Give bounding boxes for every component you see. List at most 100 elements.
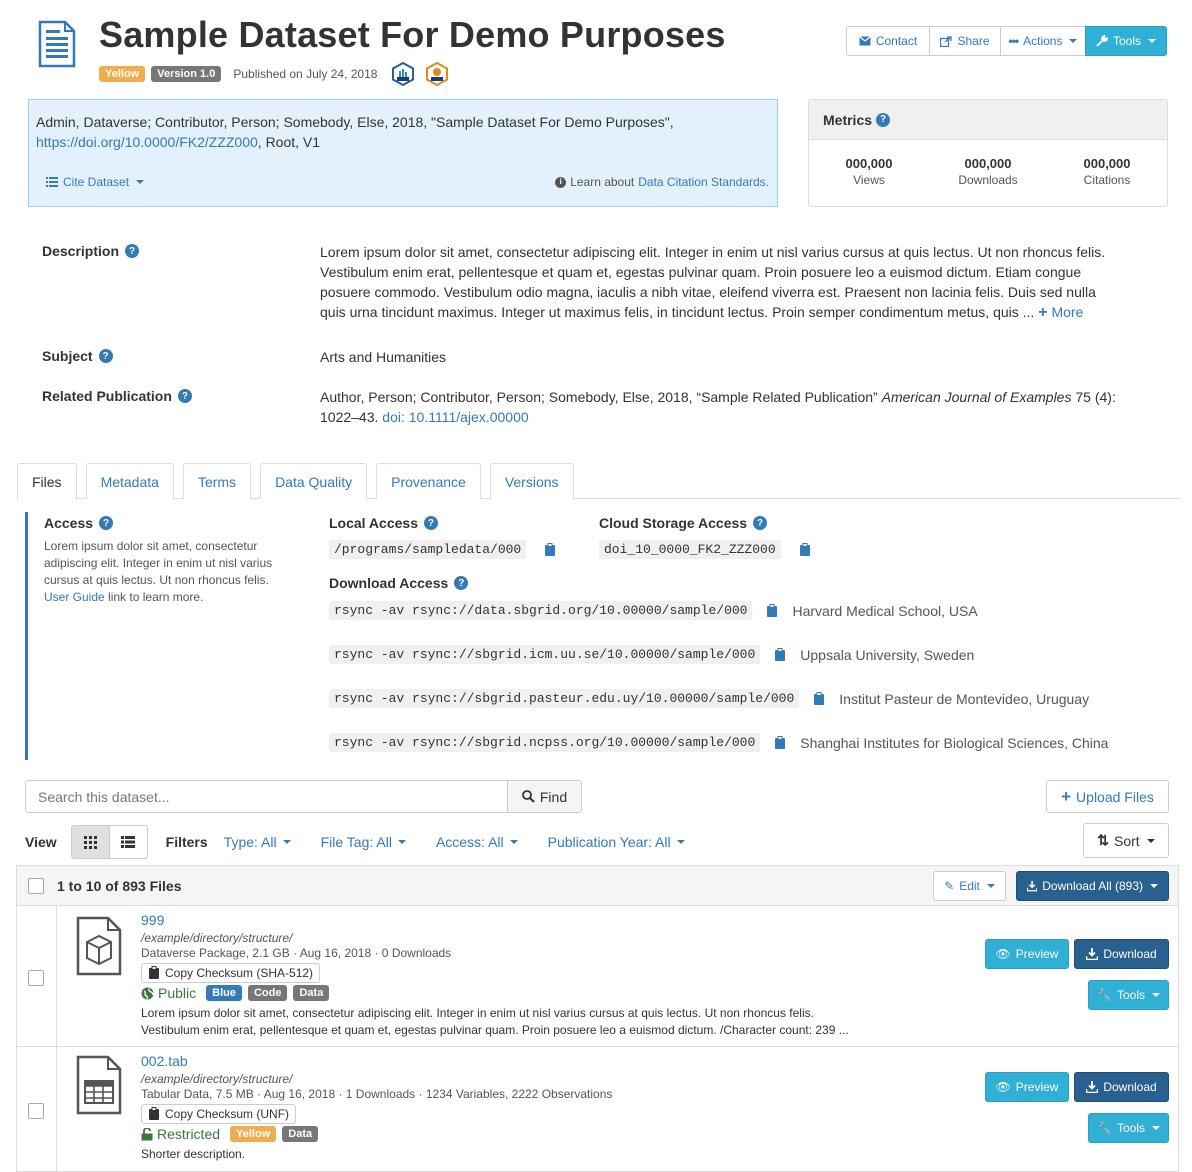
preview-button[interactable]: 👁 Preview — [985, 939, 1069, 969]
subject-value: Arts and Humanities — [320, 349, 447, 365]
find-button[interactable]: Find — [507, 780, 582, 813]
help-icon[interactable]: ? — [454, 576, 469, 590]
cloud-access-title: Cloud Storage Access — [599, 515, 748, 531]
clipboard-icon[interactable] — [766, 603, 778, 618]
download-button[interactable]: Download — [1074, 1072, 1169, 1102]
help-icon[interactable]: ? — [177, 389, 192, 403]
filters-label: Filters — [165, 834, 208, 850]
citation-standards-link[interactable]: Data Citation Standards. — [638, 172, 769, 192]
local-access-heading: Local Access ? — [329, 515, 438, 531]
tag-badge: Data — [293, 985, 330, 1001]
metric-value: 000,000 — [845, 156, 893, 171]
actions-button[interactable]: ••• Actions — [1000, 26, 1086, 56]
dataset-document-icon — [38, 20, 76, 68]
file-name-link[interactable]: 999 — [141, 912, 164, 928]
access-label: Restricted — [157, 1126, 221, 1142]
caret-down-icon — [1150, 884, 1158, 888]
sort-label: Sort — [1114, 832, 1140, 849]
filter-file-tag[interactable]: File Tag: All — [321, 834, 406, 850]
tools-label: Tools — [1112, 34, 1141, 48]
mirror-row: rsync -av rsync://data.sbgrid.org/10.000… — [329, 601, 978, 620]
tab-data-quality[interactable]: Data Quality — [260, 463, 368, 499]
caret-down-icon — [676, 840, 685, 844]
citation-box: Admin, Dataverse; Contributor, Person; S… — [28, 99, 778, 207]
related-publication-label: Related Publication ? — [42, 388, 192, 404]
tab-metadata[interactable]: Metadata — [85, 463, 174, 499]
clipboard-icon[interactable] — [813, 691, 825, 706]
help-icon[interactable]: ? — [423, 516, 438, 530]
header-button-group: Contact Share ••• Actions Tools — [846, 26, 1167, 56]
search-icon — [521, 790, 535, 803]
grid-view-button[interactable] — [70, 825, 110, 859]
metric-label: Citations — [1083, 173, 1131, 187]
row-checkbox[interactable] — [28, 970, 44, 986]
file-tools-button[interactable]: 🔧 Tools — [1088, 980, 1169, 1010]
tag-badge: Blue — [206, 985, 242, 1001]
clipboard-icon[interactable] — [774, 647, 786, 662]
citation-doi-link[interactable]: https://doi.org/10.0000/FK2/ZZZ000 — [36, 134, 258, 150]
clipboard-icon[interactable] — [799, 542, 811, 557]
file-tools-button[interactable]: 🔧 Tools — [1088, 1113, 1169, 1143]
subject-label-text: Subject — [42, 348, 93, 364]
clipboard-icon — [149, 1107, 159, 1120]
files-table: 1 to 10 of 893 Files ✎ Edit Download All… — [16, 865, 1179, 1172]
share-button[interactable]: Share — [929, 26, 1001, 56]
pencil-icon: ✎ — [944, 879, 955, 893]
contact-button[interactable]: Contact — [846, 26, 930, 56]
list-view-button[interactable] — [108, 825, 148, 859]
search-input[interactable] — [25, 780, 508, 813]
cloud-access-heading: Cloud Storage Access ? — [599, 515, 768, 531]
help-icon[interactable]: ? — [753, 516, 768, 530]
download-label: Download — [1103, 947, 1157, 961]
download-all-button[interactable]: Download All (893) — [1016, 871, 1169, 901]
select-all-checkbox[interactable] — [28, 878, 44, 894]
metric-label: Views — [853, 173, 885, 187]
publication-doi-link[interactable]: doi: 10.1111/ajex.00000 — [382, 409, 528, 425]
clipboard-icon[interactable] — [544, 542, 556, 557]
file-row: 999 /example/directory/structure/ Datave… — [17, 906, 1178, 1047]
edit-label: Edit — [959, 879, 980, 893]
file-info: 002.tab /example/directory/structure/ Ta… — [141, 1053, 612, 1163]
help-icon[interactable]: ? — [99, 516, 114, 530]
caret-down-icon — [1151, 1126, 1160, 1130]
metrics-title: Metrics — [823, 111, 873, 128]
list-icon — [46, 177, 58, 187]
tab-provenance[interactable]: Provenance — [376, 463, 481, 499]
metric-downloads: 000,000 Downloads — [928, 156, 1048, 187]
tab-terms[interactable]: Terms — [182, 463, 252, 499]
rsync-command: rsync -av rsync://sbgrid.pasteur.edu.uy/… — [329, 689, 800, 708]
filter-type[interactable]: Type: All — [224, 834, 291, 850]
cite-dataset-dropdown[interactable]: Cite Dataset — [46, 172, 145, 192]
access-desc-text: Lorem ipsum dolor sit amet, consectetur … — [44, 539, 273, 587]
clipboard-icon — [149, 966, 159, 979]
help-icon[interactable]: ? — [98, 349, 113, 363]
tab-files[interactable]: Files — [17, 463, 77, 500]
row-checkbox[interactable] — [28, 1103, 44, 1119]
copy-checksum-button[interactable]: Copy Checksum (SHA-512) — [141, 963, 321, 983]
file-description: Shorter description. — [141, 1147, 246, 1161]
tab-versions[interactable]: Versions — [489, 463, 574, 499]
copy-checksum-button[interactable]: Copy Checksum (UNF) — [141, 1104, 297, 1124]
help-icon[interactable]: ? — [876, 112, 891, 127]
metrics-panel: Metrics ? 000,000 Views 000,000 Download… — [808, 99, 1168, 207]
download-button[interactable]: Download — [1074, 939, 1169, 969]
help-icon[interactable]: ? — [125, 244, 140, 258]
filter-publication-year[interactable]: Publication Year: All — [548, 834, 685, 850]
tools-button[interactable]: Tools — [1085, 26, 1167, 56]
edit-files-button[interactable]: ✎ Edit — [933, 871, 1006, 901]
preview-button[interactable]: 👁 Preview — [985, 1072, 1069, 1102]
access-accent-bar — [25, 512, 28, 760]
description-label-text: Description — [42, 243, 120, 259]
clipboard-icon[interactable] — [774, 735, 786, 750]
filter-access[interactable]: Access: All — [436, 834, 518, 850]
sort-button[interactable]: ⇅ Sort — [1083, 823, 1169, 858]
user-guide-link[interactable]: User Guide — [44, 590, 105, 604]
file-metadata: Dataverse Package, 2.1 GB · Aug 16, 2018… — [141, 946, 452, 960]
more-link[interactable]: + More — [1038, 304, 1083, 321]
rsync-command: rsync -av rsync://sbgrid.ncpss.org/10.00… — [329, 733, 761, 752]
unlock-icon — [141, 1127, 153, 1140]
caret-down-icon — [1069, 39, 1078, 43]
file-name-link[interactable]: 002.tab — [141, 1053, 188, 1069]
upload-files-button[interactable]: + Upload Files — [1046, 780, 1169, 813]
metric-citations: 000,000 Citations — [1047, 156, 1167, 187]
